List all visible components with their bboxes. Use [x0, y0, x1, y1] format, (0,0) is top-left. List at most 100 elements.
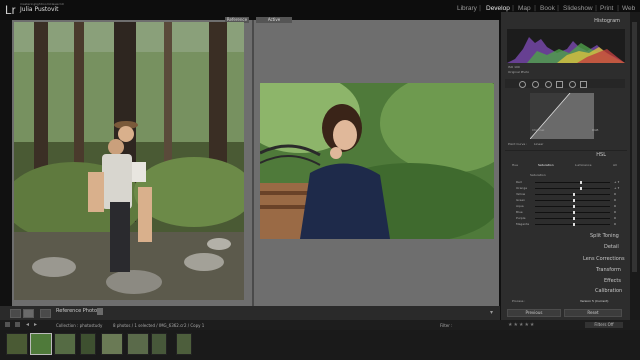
- module-print[interactable]: Print: [600, 5, 613, 12]
- active-tag: Active: [256, 17, 292, 23]
- module-library[interactable]: Library: [457, 5, 477, 12]
- hsl-tab-saturation[interactable]: Saturation: [538, 163, 554, 167]
- hsl-row-slider-handle[interactable]: [572, 193, 575, 196]
- filmstrip-thumbnail[interactable]: [151, 333, 167, 355]
- histogram: [507, 29, 625, 63]
- hsl-row-slider-handle[interactable]: [580, 187, 582, 190]
- graduated-filter-icon[interactable]: [556, 81, 563, 88]
- module-web[interactable]: Web: [622, 5, 635, 12]
- filmstrip-thumbnail[interactable]: [176, 333, 192, 355]
- module-map[interactable]: Map: [518, 5, 531, 12]
- crop-icon[interactable]: [519, 81, 526, 88]
- toolbar-menu-icon[interactable]: ▾: [490, 309, 493, 316]
- point-curve-label: Point Curve :: [508, 142, 528, 146]
- hsl-row-value[interactable]: 0: [614, 192, 616, 196]
- hsl-tab-luminance[interactable]: Luminance: [575, 163, 591, 167]
- hsl-row-slider-handle[interactable]: [572, 223, 575, 226]
- section-detail[interactable]: Detail: [604, 244, 619, 250]
- filmstrip-thumbnail[interactable]: [127, 333, 149, 355]
- section-transform[interactable]: Transform: [596, 267, 621, 273]
- module-develop[interactable]: Develop: [486, 5, 510, 12]
- secondary-window-icon[interactable]: [15, 322, 20, 327]
- filters-off-dropdown[interactable]: Filters Off: [585, 322, 623, 328]
- spot-removal-icon[interactable]: [532, 81, 539, 88]
- active-photo[interactable]: [260, 83, 494, 239]
- hsl-tab-all[interactable]: All: [613, 163, 617, 167]
- filmstrip-thumbnail[interactable]: [80, 333, 96, 355]
- active-photo-image: [260, 83, 494, 239]
- hsl-row-value[interactable]: 0: [614, 222, 616, 226]
- user-name: Julia Pustovit: [20, 6, 59, 13]
- module-separator: |: [595, 5, 598, 12]
- hsl-row-value[interactable]: 0: [614, 204, 616, 208]
- section-divider: [505, 150, 627, 151]
- module-slideshow[interactable]: Slideshow: [563, 5, 593, 12]
- module-separator: |: [617, 5, 620, 12]
- reference-lock-icon[interactable]: [97, 308, 103, 315]
- hsl-row-slider-handle[interactable]: [572, 205, 575, 208]
- hsl-row-value[interactable]: + 7: [614, 180, 619, 184]
- hsl-row-label: Magenta: [516, 222, 530, 226]
- filmstrip-thumbnail[interactable]: [54, 333, 76, 355]
- radial-filter-icon[interactable]: [569, 81, 576, 88]
- filmstrip-thumbnail[interactable]: [30, 333, 52, 355]
- tone-curve[interactable]: [529, 92, 594, 140]
- hsl-row-value[interactable]: 0: [614, 198, 616, 202]
- hsl-sub-title: Saturation: [530, 173, 546, 177]
- back-arrow-icon[interactable]: ◂: [26, 321, 29, 328]
- red-eye-icon[interactable]: [545, 81, 552, 88]
- reference-photo[interactable]: [14, 22, 244, 300]
- section-calibration[interactable]: Calibration: [595, 288, 622, 294]
- hsl-tab-hue[interactable]: Hue: [512, 163, 518, 167]
- hsl-row-label: Green: [516, 198, 526, 202]
- original-photo-checkbox[interactable]: Original Photo: [508, 70, 529, 74]
- compare-divider[interactable]: [252, 20, 254, 306]
- section-effects[interactable]: Effects: [604, 278, 621, 284]
- hsl-row-label: Yellow: [516, 192, 526, 196]
- filmstrip-thumbnail[interactable]: [101, 333, 123, 355]
- hsl-row-value[interactable]: + 7: [614, 186, 619, 190]
- hsl-row-slider[interactable]: [535, 182, 610, 183]
- right-panel-scroll-thumb[interactable]: [632, 22, 637, 272]
- histogram-title[interactable]: Histogram: [560, 18, 620, 24]
- reference-view-button[interactable]: [40, 309, 51, 318]
- hsl-title[interactable]: HSL: [570, 152, 606, 158]
- reset-button[interactable]: Reset: [564, 309, 622, 317]
- hsl-row-slider-handle[interactable]: [572, 217, 575, 220]
- histogram-info: ISO 100: [508, 65, 520, 69]
- process-label: Process :: [512, 299, 526, 303]
- lightroom-logo: Lr: [5, 3, 16, 17]
- hsl-row-label: Aqua: [516, 204, 524, 208]
- reference-photo-image: [14, 22, 244, 300]
- forward-arrow-icon[interactable]: ▸: [34, 321, 37, 328]
- hsl-row-slider[interactable]: [535, 188, 610, 189]
- previous-button[interactable]: Previous: [507, 309, 561, 317]
- grid-icon[interactable]: [5, 322, 10, 327]
- photo-info: 8 photos / 1 selected / IMG_6362.cr2 / C…: [113, 323, 205, 328]
- hsl-row-slider-handle[interactable]: [572, 199, 575, 202]
- channel-value[interactable]: RGB: [592, 128, 598, 132]
- hsl-row-label: Red: [516, 180, 522, 184]
- filter-label: Filter :: [440, 323, 453, 328]
- hsl-row-slider-handle[interactable]: [580, 181, 582, 184]
- compare-view-button[interactable]: [23, 309, 34, 318]
- hsl-row-label: Blue: [516, 210, 523, 214]
- hsl-row-slider-handle[interactable]: [572, 211, 575, 214]
- collection-label[interactable]: Collection : photostudy: [56, 323, 102, 328]
- process-value[interactable]: Version 5 (Current): [580, 299, 608, 303]
- module-book[interactable]: Book: [540, 5, 555, 12]
- section-lens-corrections[interactable]: Lens Corrections: [583, 256, 625, 262]
- hsl-row-value[interactable]: 0: [614, 216, 616, 220]
- loupe-view-button[interactable]: [10, 309, 21, 318]
- tone-curve-graph: [529, 92, 594, 140]
- module-separator: |: [534, 5, 537, 12]
- star-rating-filter[interactable]: ★★★★★: [508, 322, 535, 328]
- filmstrip-thumbnail[interactable]: [6, 333, 28, 355]
- module-separator: |: [557, 5, 560, 12]
- point-curve-value[interactable]: Linear: [534, 142, 543, 146]
- adjustment-brush-icon[interactable]: [580, 81, 587, 88]
- hsl-row-label: Orange: [516, 186, 528, 190]
- histogram-graph: [507, 37, 625, 63]
- section-split-toning[interactable]: Split Toning: [590, 233, 619, 239]
- hsl-row-value[interactable]: 0: [614, 210, 616, 214]
